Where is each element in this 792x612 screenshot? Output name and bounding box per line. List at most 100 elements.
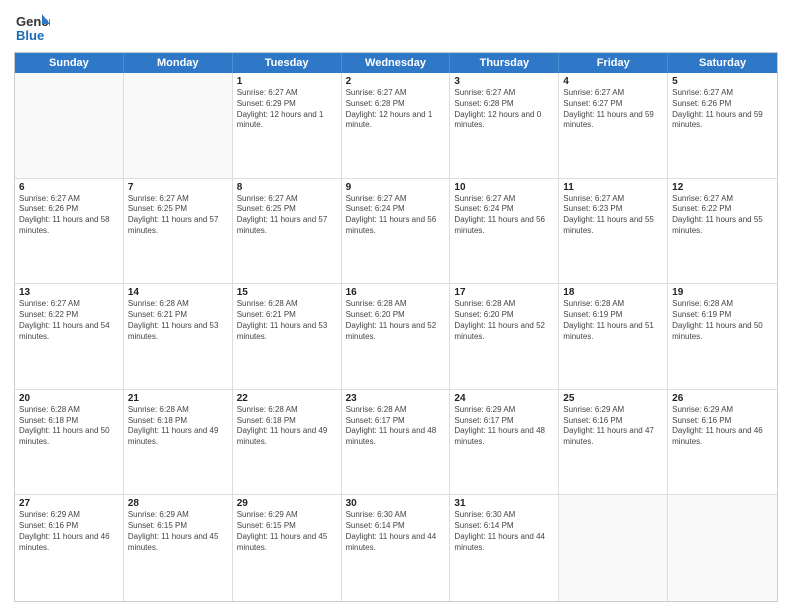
calendar-row-1: 1Sunrise: 6:27 AM Sunset: 6:29 PM Daylig… (15, 73, 777, 179)
cell-sun-info: Sunrise: 6:27 AM Sunset: 6:27 PM Dayligh… (563, 88, 663, 131)
calendar-cell: 23Sunrise: 6:28 AM Sunset: 6:17 PM Dayli… (342, 390, 451, 495)
cell-sun-info: Sunrise: 6:29 AM Sunset: 6:16 PM Dayligh… (563, 405, 663, 448)
calendar-cell: 21Sunrise: 6:28 AM Sunset: 6:18 PM Dayli… (124, 390, 233, 495)
calendar-cell: 29Sunrise: 6:29 AM Sunset: 6:15 PM Dayli… (233, 495, 342, 601)
cell-sun-info: Sunrise: 6:27 AM Sunset: 6:29 PM Dayligh… (237, 88, 337, 131)
calendar-cell: 1Sunrise: 6:27 AM Sunset: 6:29 PM Daylig… (233, 73, 342, 178)
weekday-header-thursday: Thursday (450, 53, 559, 73)
calendar-cell: 2Sunrise: 6:27 AM Sunset: 6:28 PM Daylig… (342, 73, 451, 178)
calendar-cell: 10Sunrise: 6:27 AM Sunset: 6:24 PM Dayli… (450, 179, 559, 284)
cell-sun-info: Sunrise: 6:27 AM Sunset: 6:28 PM Dayligh… (454, 88, 554, 131)
day-number: 24 (454, 393, 554, 404)
cell-sun-info: Sunrise: 6:27 AM Sunset: 6:23 PM Dayligh… (563, 194, 663, 237)
calendar-cell: 11Sunrise: 6:27 AM Sunset: 6:23 PM Dayli… (559, 179, 668, 284)
day-number: 16 (346, 287, 446, 298)
day-number: 9 (346, 182, 446, 193)
calendar-row-5: 27Sunrise: 6:29 AM Sunset: 6:16 PM Dayli… (15, 495, 777, 601)
calendar-cell: 16Sunrise: 6:28 AM Sunset: 6:20 PM Dayli… (342, 284, 451, 389)
calendar-cell: 18Sunrise: 6:28 AM Sunset: 6:19 PM Dayli… (559, 284, 668, 389)
weekday-header-tuesday: Tuesday (233, 53, 342, 73)
day-number: 7 (128, 182, 228, 193)
weekday-header-wednesday: Wednesday (342, 53, 451, 73)
day-number: 12 (672, 182, 773, 193)
cell-sun-info: Sunrise: 6:28 AM Sunset: 6:21 PM Dayligh… (237, 299, 337, 342)
calendar-cell: 3Sunrise: 6:27 AM Sunset: 6:28 PM Daylig… (450, 73, 559, 178)
calendar-cell: 17Sunrise: 6:28 AM Sunset: 6:20 PM Dayli… (450, 284, 559, 389)
cell-sun-info: Sunrise: 6:28 AM Sunset: 6:21 PM Dayligh… (128, 299, 228, 342)
svg-text:Blue: Blue (16, 28, 44, 43)
cell-sun-info: Sunrise: 6:27 AM Sunset: 6:25 PM Dayligh… (237, 194, 337, 237)
calendar-body: 1Sunrise: 6:27 AM Sunset: 6:29 PM Daylig… (15, 73, 777, 601)
calendar-cell (124, 73, 233, 178)
cell-sun-info: Sunrise: 6:27 AM Sunset: 6:26 PM Dayligh… (19, 194, 119, 237)
calendar-cell (668, 495, 777, 601)
cell-sun-info: Sunrise: 6:28 AM Sunset: 6:18 PM Dayligh… (19, 405, 119, 448)
cell-sun-info: Sunrise: 6:28 AM Sunset: 6:17 PM Dayligh… (346, 405, 446, 448)
calendar-cell: 8Sunrise: 6:27 AM Sunset: 6:25 PM Daylig… (233, 179, 342, 284)
calendar-cell: 24Sunrise: 6:29 AM Sunset: 6:17 PM Dayli… (450, 390, 559, 495)
calendar-header: SundayMondayTuesdayWednesdayThursdayFrid… (15, 53, 777, 73)
calendar-cell: 14Sunrise: 6:28 AM Sunset: 6:21 PM Dayli… (124, 284, 233, 389)
day-number: 14 (128, 287, 228, 298)
calendar-cell: 6Sunrise: 6:27 AM Sunset: 6:26 PM Daylig… (15, 179, 124, 284)
day-number: 28 (128, 498, 228, 509)
cell-sun-info: Sunrise: 6:28 AM Sunset: 6:18 PM Dayligh… (237, 405, 337, 448)
calendar-cell: 30Sunrise: 6:30 AM Sunset: 6:14 PM Dayli… (342, 495, 451, 601)
calendar-row-3: 13Sunrise: 6:27 AM Sunset: 6:22 PM Dayli… (15, 284, 777, 390)
day-number: 15 (237, 287, 337, 298)
calendar-cell (15, 73, 124, 178)
day-number: 31 (454, 498, 554, 509)
calendar-cell: 28Sunrise: 6:29 AM Sunset: 6:15 PM Dayli… (124, 495, 233, 601)
cell-sun-info: Sunrise: 6:29 AM Sunset: 6:16 PM Dayligh… (19, 510, 119, 553)
calendar-row-2: 6Sunrise: 6:27 AM Sunset: 6:26 PM Daylig… (15, 179, 777, 285)
header: General Blue (14, 10, 778, 46)
weekday-header-sunday: Sunday (15, 53, 124, 73)
day-number: 11 (563, 182, 663, 193)
calendar-cell: 5Sunrise: 6:27 AM Sunset: 6:26 PM Daylig… (668, 73, 777, 178)
weekday-header-saturday: Saturday (668, 53, 777, 73)
calendar-cell: 25Sunrise: 6:29 AM Sunset: 6:16 PM Dayli… (559, 390, 668, 495)
day-number: 25 (563, 393, 663, 404)
calendar-cell: 4Sunrise: 6:27 AM Sunset: 6:27 PM Daylig… (559, 73, 668, 178)
day-number: 10 (454, 182, 554, 193)
day-number: 21 (128, 393, 228, 404)
calendar-cell: 26Sunrise: 6:29 AM Sunset: 6:16 PM Dayli… (668, 390, 777, 495)
day-number: 19 (672, 287, 773, 298)
cell-sun-info: Sunrise: 6:27 AM Sunset: 6:28 PM Dayligh… (346, 88, 446, 131)
day-number: 18 (563, 287, 663, 298)
day-number: 23 (346, 393, 446, 404)
day-number: 26 (672, 393, 773, 404)
cell-sun-info: Sunrise: 6:28 AM Sunset: 6:19 PM Dayligh… (672, 299, 773, 342)
cell-sun-info: Sunrise: 6:27 AM Sunset: 6:25 PM Dayligh… (128, 194, 228, 237)
day-number: 13 (19, 287, 119, 298)
calendar-cell: 9Sunrise: 6:27 AM Sunset: 6:24 PM Daylig… (342, 179, 451, 284)
cell-sun-info: Sunrise: 6:27 AM Sunset: 6:26 PM Dayligh… (672, 88, 773, 131)
cell-sun-info: Sunrise: 6:30 AM Sunset: 6:14 PM Dayligh… (454, 510, 554, 553)
cell-sun-info: Sunrise: 6:29 AM Sunset: 6:15 PM Dayligh… (128, 510, 228, 553)
cell-sun-info: Sunrise: 6:27 AM Sunset: 6:22 PM Dayligh… (19, 299, 119, 342)
cell-sun-info: Sunrise: 6:29 AM Sunset: 6:17 PM Dayligh… (454, 405, 554, 448)
day-number: 27 (19, 498, 119, 509)
calendar-cell: 27Sunrise: 6:29 AM Sunset: 6:16 PM Dayli… (15, 495, 124, 601)
day-number: 22 (237, 393, 337, 404)
logo-icon: General Blue (14, 10, 50, 46)
day-number: 2 (346, 76, 446, 87)
cell-sun-info: Sunrise: 6:29 AM Sunset: 6:16 PM Dayligh… (672, 405, 773, 448)
day-number: 29 (237, 498, 337, 509)
day-number: 1 (237, 76, 337, 87)
calendar: SundayMondayTuesdayWednesdayThursdayFrid… (14, 52, 778, 602)
calendar-cell: 12Sunrise: 6:27 AM Sunset: 6:22 PM Dayli… (668, 179, 777, 284)
calendar-cell: 13Sunrise: 6:27 AM Sunset: 6:22 PM Dayli… (15, 284, 124, 389)
calendar-cell (559, 495, 668, 601)
day-number: 8 (237, 182, 337, 193)
logo: General Blue (14, 10, 50, 46)
cell-sun-info: Sunrise: 6:27 AM Sunset: 6:22 PM Dayligh… (672, 194, 773, 237)
day-number: 30 (346, 498, 446, 509)
cell-sun-info: Sunrise: 6:28 AM Sunset: 6:19 PM Dayligh… (563, 299, 663, 342)
calendar-cell: 19Sunrise: 6:28 AM Sunset: 6:19 PM Dayli… (668, 284, 777, 389)
page: General Blue SundayMondayTuesdayWednesda… (0, 0, 792, 612)
calendar-cell: 31Sunrise: 6:30 AM Sunset: 6:14 PM Dayli… (450, 495, 559, 601)
cell-sun-info: Sunrise: 6:28 AM Sunset: 6:20 PM Dayligh… (346, 299, 446, 342)
calendar-cell: 15Sunrise: 6:28 AM Sunset: 6:21 PM Dayli… (233, 284, 342, 389)
day-number: 17 (454, 287, 554, 298)
